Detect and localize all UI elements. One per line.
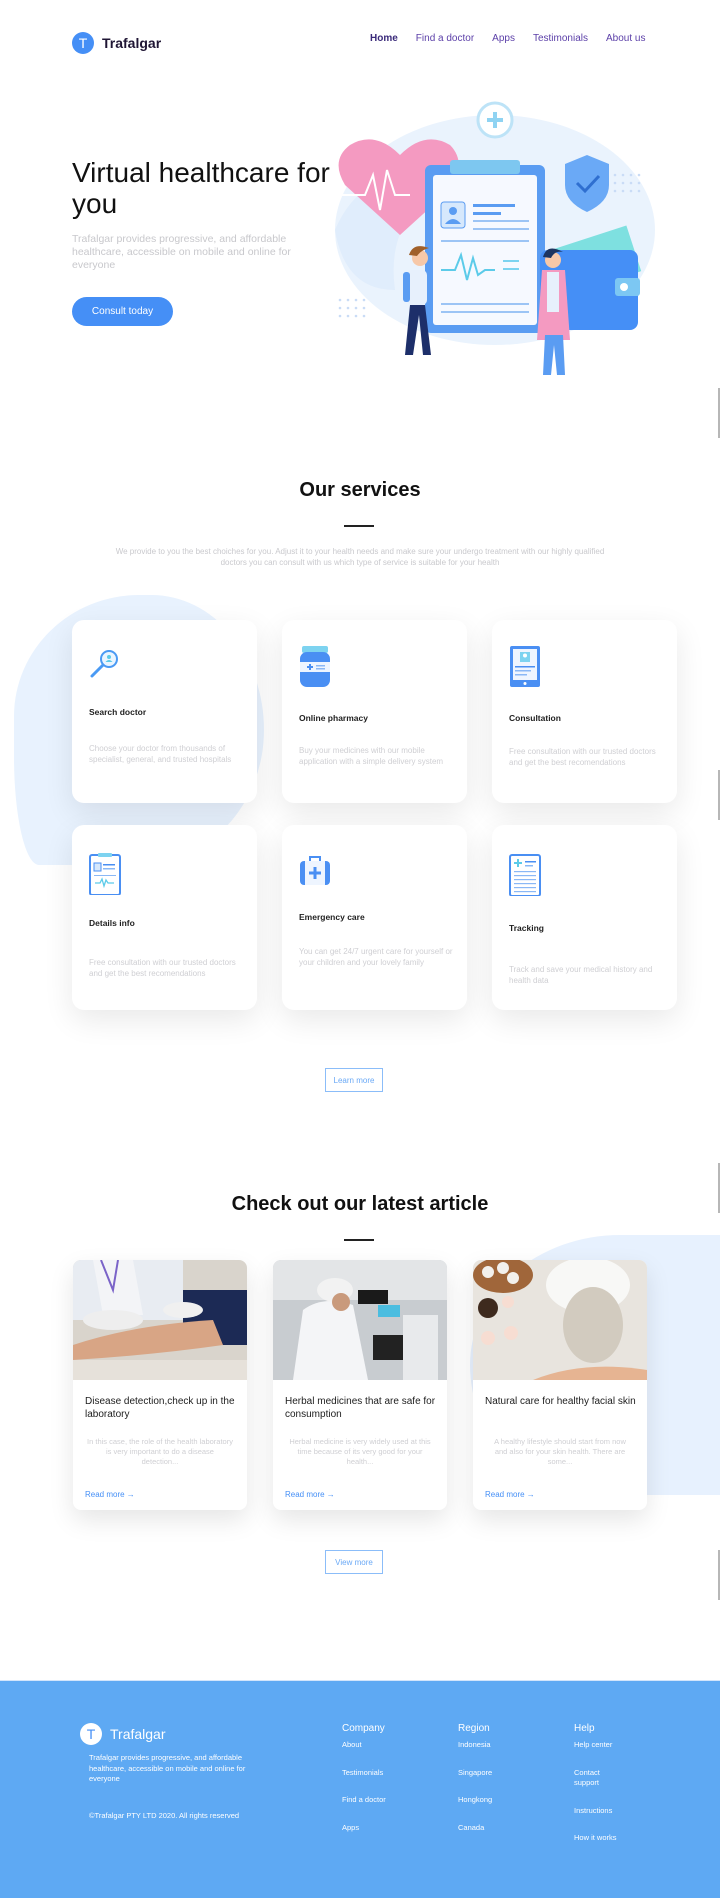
services-description: We provide to you the best choiches for … (115, 547, 605, 567)
service-card-desc: Free consultation with our trusted docto… (89, 958, 236, 978)
article-card[interactable]: Natural care for healthy facial skin A h… (473, 1260, 647, 1510)
article-excerpt: In this case, the role of the health lab… (87, 1437, 233, 1466)
footer-link[interactable]: Find a doctor (342, 1795, 386, 1806)
search-doctor-icon (90, 650, 118, 678)
footer-link[interactable]: Singapore (458, 1768, 492, 1779)
service-card-desc: Buy your medicines with our mobile appli… (299, 746, 444, 766)
service-card-title: Online pharmacy (299, 713, 368, 723)
articles-title: Check out our latest article (231, 1193, 489, 1215)
article-title[interactable]: Disease detection,check up in the labora… (85, 1395, 240, 1421)
hero-subtitle: Trafalgar provides progressive, and affo… (72, 233, 291, 271)
brand-name: Trafalgar (110, 1726, 166, 1742)
footer-link[interactable]: Help center (574, 1740, 624, 1751)
footer-column-help: Help Help center Contact support Instruc… (574, 1723, 624, 1844)
footer-heading: Company (342, 1723, 385, 1734)
footer-link[interactable]: Indonesia (458, 1740, 492, 1751)
copyright: ©Trafalgar PTY LTD 2020. All rights rese… (89, 1811, 240, 1820)
article-title[interactable]: Natural care for healthy facial skin (485, 1395, 640, 1408)
service-card-desc: You can get 24/7 urgent care for yoursel… (299, 947, 453, 967)
footer-link[interactable]: About (342, 1740, 386, 1751)
view-more-button[interactable]: View more (325, 1550, 383, 1574)
service-card-consultation[interactable]: Consultation Free consultation with our … (492, 620, 677, 803)
footer-link[interactable]: Contact support (574, 1768, 624, 1789)
service-card-title: Search doctor (89, 707, 147, 717)
logo-icon: T (80, 1723, 102, 1745)
article-card[interactable]: Disease detection,check up in the labora… (73, 1260, 247, 1510)
footer-link[interactable]: Instructions (574, 1806, 624, 1817)
brand-name: Trafalgar (102, 35, 162, 51)
service-card-emergency-care[interactable]: Emergency care You can get 24/7 urgent c… (282, 825, 467, 1010)
pharmacy-bottle-icon (300, 646, 330, 687)
service-card-desc: Free consultation with our trusted docto… (509, 747, 656, 767)
article-excerpt: A healthy lifestyle should start from no… (494, 1437, 626, 1466)
footer-heading: Region (458, 1723, 490, 1734)
service-card-tracking[interactable]: Tracking Track and save your medical his… (492, 825, 677, 1010)
logo-icon: T (72, 32, 94, 54)
learn-more-button[interactable]: Learn more (325, 1068, 383, 1092)
lab-blood-test-photo (73, 1260, 247, 1380)
service-card-title: Emergency care (299, 912, 365, 922)
hero-title: Virtual healthcare for you (72, 157, 330, 219)
read-more-link[interactable]: Read more → (285, 1490, 335, 1499)
services-title: Our services (299, 479, 421, 501)
article-title[interactable]: Herbal medicines that are safe for consu… (285, 1395, 440, 1421)
service-card-title: Details info (89, 918, 135, 928)
consult-today-button[interactable]: Consult today (72, 297, 173, 326)
footer-column-region: Region Indonesia Singapore Hongkong Cana… (458, 1723, 492, 1833)
footer-link[interactable]: Testimonials (342, 1768, 386, 1779)
article-excerpt: Herbal medicine is very widely used at t… (289, 1437, 431, 1466)
footer-column-company: Company About Testimonials Find a doctor… (342, 1723, 386, 1833)
tablet-consultation-icon (510, 646, 540, 687)
nav-testimonials[interactable]: Testimonials (533, 33, 588, 44)
service-card-desc: Track and save your medical history and … (509, 965, 653, 985)
nav-about-us[interactable]: About us (606, 33, 645, 44)
nav-find-doctor[interactable]: Find a doctor (416, 33, 474, 44)
service-card-details-info[interactable]: Details info Free consultation with our … (72, 825, 257, 1010)
footer-description: Trafalgar provides progressive, and affo… (89, 1753, 246, 1783)
read-more-link[interactable]: Read more → (85, 1490, 135, 1499)
footer-logo[interactable]: T Trafalgar (80, 1723, 166, 1745)
document-tracking-icon (509, 854, 541, 896)
read-more-link[interactable]: Read more → (485, 1490, 535, 1499)
microscope-scientist-photo (273, 1260, 447, 1380)
service-card-title: Tracking (509, 923, 544, 933)
footer-heading: Help (574, 1723, 595, 1734)
service-card-desc: Choose your doctor from thousands of spe… (89, 744, 232, 764)
footer-link[interactable]: Apps (342, 1823, 386, 1834)
nav-home[interactable]: Home (370, 33, 398, 44)
facial-mask-spa-photo (473, 1260, 647, 1380)
title-divider (344, 1239, 374, 1241)
clipboard-info-icon (89, 853, 121, 895)
footer-link[interactable]: Hongkong (458, 1795, 492, 1806)
service-card-search-doctor[interactable]: Search doctor Choose your doctor from th… (72, 620, 257, 803)
article-card[interactable]: Herbal medicines that are safe for consu… (273, 1260, 447, 1510)
service-card-title: Consultation (509, 713, 561, 723)
logo[interactable]: T Trafalgar (72, 32, 161, 54)
footer-link[interactable]: Canada (458, 1823, 492, 1834)
nav-apps[interactable]: Apps (492, 33, 515, 44)
service-card-online-pharmacy[interactable]: Online pharmacy Buy your medicines with … (282, 620, 467, 803)
hero-illustration (335, 101, 655, 375)
footer-link[interactable]: How it works (574, 1833, 624, 1844)
main-nav: Home Find a doctor Apps Testimonials Abo… (370, 33, 645, 44)
medical-kit-icon (300, 856, 330, 885)
title-divider (344, 525, 374, 527)
